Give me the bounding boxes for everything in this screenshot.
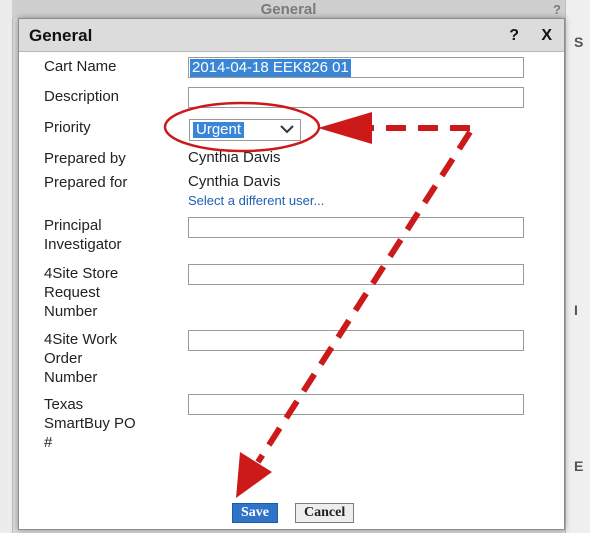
chevron-down-icon <box>278 120 296 141</box>
store-request-number-input[interactable] <box>188 264 524 285</box>
smartbuy-po-label-line2: SmartBuy PO <box>44 415 136 432</box>
close-button[interactable]: X <box>541 27 552 45</box>
principal-investigator-label-line2: Investigator <box>44 236 122 253</box>
work-order-number-input[interactable] <box>188 330 524 351</box>
background-header-title: General <box>260 1 317 18</box>
help-button[interactable]: ? <box>509 27 519 45</box>
background-side-letter: E <box>574 458 584 474</box>
dialog-title: General <box>29 26 93 45</box>
prepared-for-label: Prepared for <box>44 174 128 191</box>
work-order-label-line2: Order <box>44 350 83 367</box>
store-request-label-line1: 4Site Store <box>44 265 119 282</box>
smartbuy-po-label-line1: Texas <box>44 396 84 413</box>
work-order-label-line1: 4Site Work <box>44 331 118 348</box>
store-request-label-line2: Request <box>44 284 100 301</box>
background-help-icon: ? <box>553 2 561 17</box>
background-section-header: General ? <box>12 0 565 18</box>
smartbuy-po-input[interactable] <box>188 394 524 415</box>
save-button[interactable]: Save <box>232 503 278 523</box>
background-side-letter: I <box>574 302 578 318</box>
select-different-user-link[interactable]: Select a different user... <box>188 193 324 208</box>
cart-name-input[interactable]: 2014-04-18 EEK826 01 <box>188 57 524 78</box>
background-left-edge <box>0 0 13 533</box>
priority-label: Priority <box>44 119 91 136</box>
background-side-letter: S <box>574 34 584 50</box>
prepared-by-label: Prepared by <box>44 150 126 167</box>
principal-investigator-input[interactable] <box>188 217 524 238</box>
work-order-label-line3: Number <box>44 369 98 386</box>
priority-selected-value: Urgent <box>193 122 245 138</box>
description-label: Description <box>44 88 120 105</box>
general-dialog: General ? X Cart Name 2014-04-18 EEK826 … <box>18 18 565 530</box>
background-right-edge <box>565 0 590 533</box>
dialog-titlebar: General ? X <box>19 19 564 52</box>
priority-select[interactable]: Urgent <box>189 119 301 141</box>
cancel-button[interactable]: Cancel <box>295 503 355 523</box>
prepared-by-value: Cynthia Davis <box>188 149 281 166</box>
prepared-for-value: Cynthia Davis <box>188 173 281 190</box>
principal-investigator-label-line1: Principal <box>44 217 102 234</box>
cart-name-value: 2014-04-18 EEK826 01 <box>190 59 351 77</box>
description-input[interactable] <box>188 87 524 108</box>
smartbuy-po-label-line3: # <box>44 434 53 451</box>
store-request-label-line3: Number <box>44 303 98 320</box>
cart-name-label: Cart Name <box>44 58 117 75</box>
